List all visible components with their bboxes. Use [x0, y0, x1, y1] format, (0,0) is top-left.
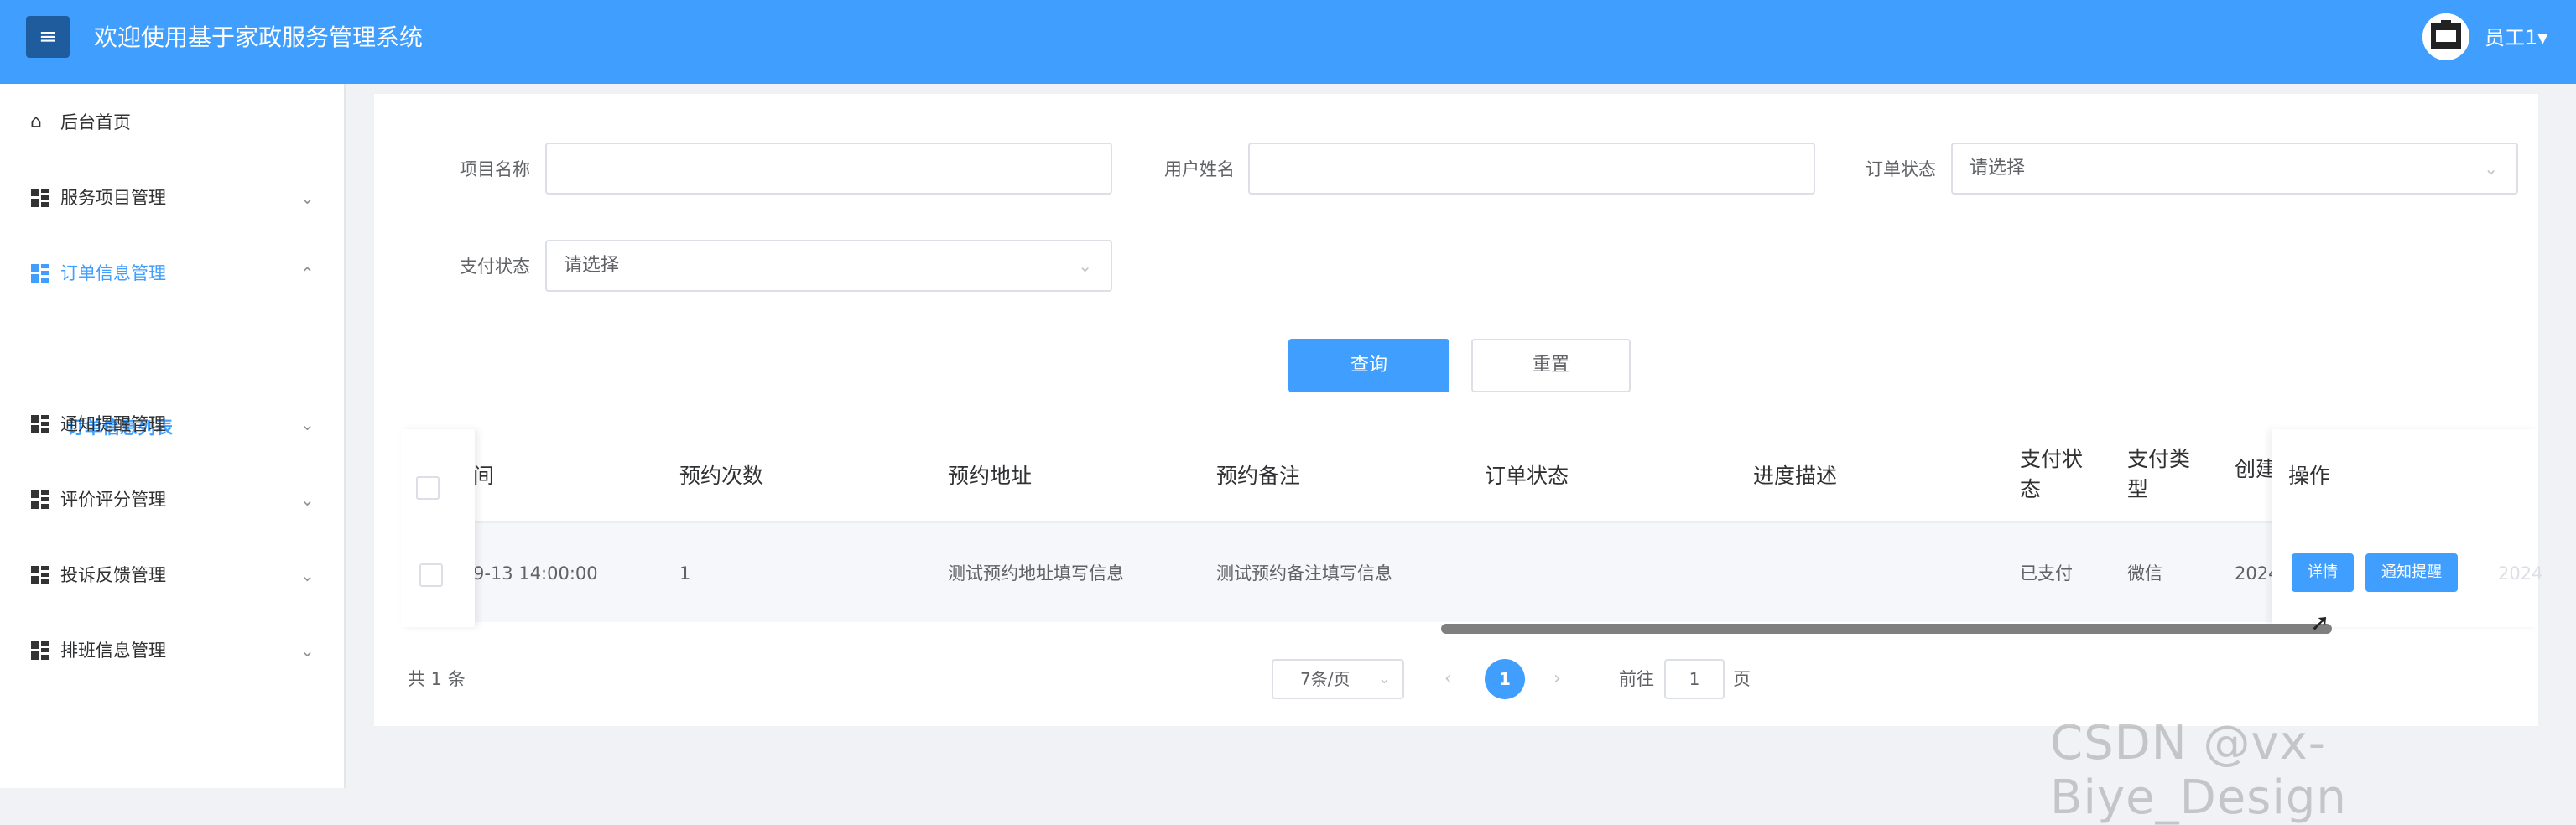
sidebar-item-label: 通知提醒管理 — [60, 414, 166, 434]
col-remark-header: 预约备注 — [1216, 464, 1301, 488]
horizontal-scrollbar[interactable] — [1441, 624, 2332, 634]
col-pay-status-header: 支付状 态 — [2020, 444, 2083, 505]
cell-count: 1 — [679, 563, 691, 584]
goto-page-input[interactable]: 1 — [1664, 659, 1725, 699]
sidebar-item-label: 后台首页 — [60, 112, 131, 132]
page-size-value: 7条/页 — [1300, 669, 1350, 689]
grid-icon — [30, 550, 52, 600]
grid-icon — [30, 399, 52, 449]
grid-icon — [30, 173, 52, 223]
fixed-actions-column: 操作 详情 通知提醒 2024 — [2272, 429, 2542, 627]
detail-button[interactable]: 详情 — [2292, 553, 2354, 592]
chevron-down-icon: ⌄ — [300, 641, 315, 661]
row-checkbox[interactable] — [419, 563, 443, 587]
sidebar-item-orders[interactable]: 订单信息管理 ⌃ — [0, 248, 344, 298]
query-button[interactable]: 查询 — [1288, 339, 1449, 392]
order-status-select[interactable]: 请选择 ⌄ — [1951, 143, 2518, 195]
sidebar-item-label: 服务项目管理 — [60, 188, 166, 208]
current-page[interactable]: 1 — [1485, 659, 1525, 699]
cell-time: 9-13 14:00:00 — [473, 563, 598, 584]
order-status-placeholder: 请选择 — [1970, 158, 2026, 179]
header-line: 型 — [2127, 477, 2149, 501]
table-row[interactable] — [401, 523, 2538, 622]
cell-address: 测试预约地址填写信息 — [948, 563, 1124, 584]
pagination-total: 共 1 条 — [408, 669, 466, 689]
page-size-select[interactable]: 7条/页 ⌄ — [1272, 659, 1404, 699]
goto-prefix: 前往 — [1619, 669, 1654, 689]
order-table: 间 预约次数 预约地址 预约备注 订单状态 进度描述 支付状 态 支付类 型 创… — [401, 429, 2542, 627]
col-pay-type-header: 支付类 型 — [2127, 444, 2190, 505]
col-created-header: 创建 — [2235, 457, 2277, 481]
chevron-down-icon: ⌄ — [300, 414, 315, 434]
sidebar-item-home[interactable]: ⌂ 后台首页 — [0, 97, 344, 148]
col-address-header: 预约地址 — [948, 464, 1033, 488]
sidebar-item-schedule[interactable]: 排班信息管理 ⌄ — [0, 625, 344, 676]
cell-overflow: 2024 — [2498, 563, 2543, 584]
header-line: 态 — [2020, 477, 2042, 501]
cell-remark: 测试预约备注填写信息 — [1216, 563, 1392, 584]
sidebar-item-service[interactable]: 服务项目管理 ⌄ — [0, 173, 344, 223]
pay-status-label: 支付状态 — [460, 257, 530, 277]
avatar[interactable] — [2422, 13, 2469, 60]
sidebar-item-label: 排班信息管理 — [60, 641, 166, 661]
grid-icon — [30, 475, 52, 525]
col-time-header: 间 — [473, 464, 495, 488]
chevron-down-icon: ⌄ — [1078, 256, 1092, 276]
pay-status-placeholder: 请选择 — [564, 255, 620, 276]
user-name-label: 用户姓名 — [1164, 159, 1235, 179]
sidebar-item-rating[interactable]: 评价评分管理 ⌄ — [0, 475, 344, 525]
chevron-down-icon: ⌄ — [2484, 158, 2498, 179]
fixed-selection-column — [401, 429, 475, 627]
cell-pay-type: 微信 — [2127, 563, 2162, 584]
notify-button[interactable]: 通知提醒 — [2365, 553, 2458, 592]
project-name-label: 项目名称 — [460, 159, 530, 179]
sidebar-item-complaint[interactable]: 投诉反馈管理 ⌄ — [0, 550, 344, 600]
reset-button[interactable]: 重置 — [1471, 339, 1631, 392]
col-count-header: 预约次数 — [679, 464, 764, 488]
chevron-down-icon: ⌄ — [300, 490, 315, 510]
header-line: 支付类 — [2127, 447, 2191, 471]
sidebar-item-label: 投诉反馈管理 — [60, 565, 166, 585]
user-name-input[interactable] — [1248, 143, 1815, 195]
cell-pay-status: 已支付 — [2020, 563, 2073, 584]
sidebar-item-label: 评价评分管理 — [60, 490, 166, 510]
user-menu[interactable]: 员工1▾ — [2485, 23, 2547, 52]
chevron-down-icon: ⌄ — [1377, 670, 1391, 688]
col-actions-header: 操作 — [2288, 464, 2331, 488]
col-order-status-header: 订单状态 — [1485, 464, 1569, 488]
app-title: 欢迎使用基于家政服务管理系统 — [94, 23, 424, 51]
order-status-label: 订单状态 — [1866, 159, 1936, 179]
mouse-cursor-icon: ➚ — [2310, 609, 2330, 636]
top-header: ≡ 欢迎使用基于家政服务管理系统 员工1▾ — [0, 0, 2576, 84]
prev-page-button[interactable]: ‹ — [1444, 662, 1452, 696]
watermark: CSDN @vx-Biye_Design — [2050, 716, 2347, 825]
col-progress-header: 进度描述 — [1753, 464, 1838, 488]
next-page-button[interactable]: › — [1553, 662, 1561, 696]
grid-icon — [30, 248, 52, 298]
chevron-down-icon: ⌄ — [300, 188, 315, 208]
sidebar: ⌂ 后台首页 服务项目管理 ⌄ 订单信息管理 ⌃ 订单信息列表 通知提醒管理 ⌄… — [0, 84, 346, 788]
hamburger-icon[interactable]: ≡ — [26, 16, 70, 58]
header-line: 支付状 — [2020, 447, 2084, 471]
grid-icon — [30, 625, 52, 676]
project-name-input[interactable] — [545, 143, 1112, 195]
select-all-checkbox[interactable] — [416, 476, 440, 500]
sidebar-item-notify[interactable]: 通知提醒管理 ⌄ — [0, 399, 344, 449]
chevron-up-icon: ⌃ — [300, 263, 315, 283]
home-icon: ⌂ — [30, 112, 42, 132]
chevron-down-icon: ⌄ — [300, 565, 315, 585]
sidebar-item-label: 订单信息管理 — [60, 263, 166, 283]
goto-suffix: 页 — [1733, 669, 1751, 689]
pay-status-select[interactable]: 请选择 ⌄ — [545, 240, 1112, 292]
header-divider — [401, 521, 2538, 523]
